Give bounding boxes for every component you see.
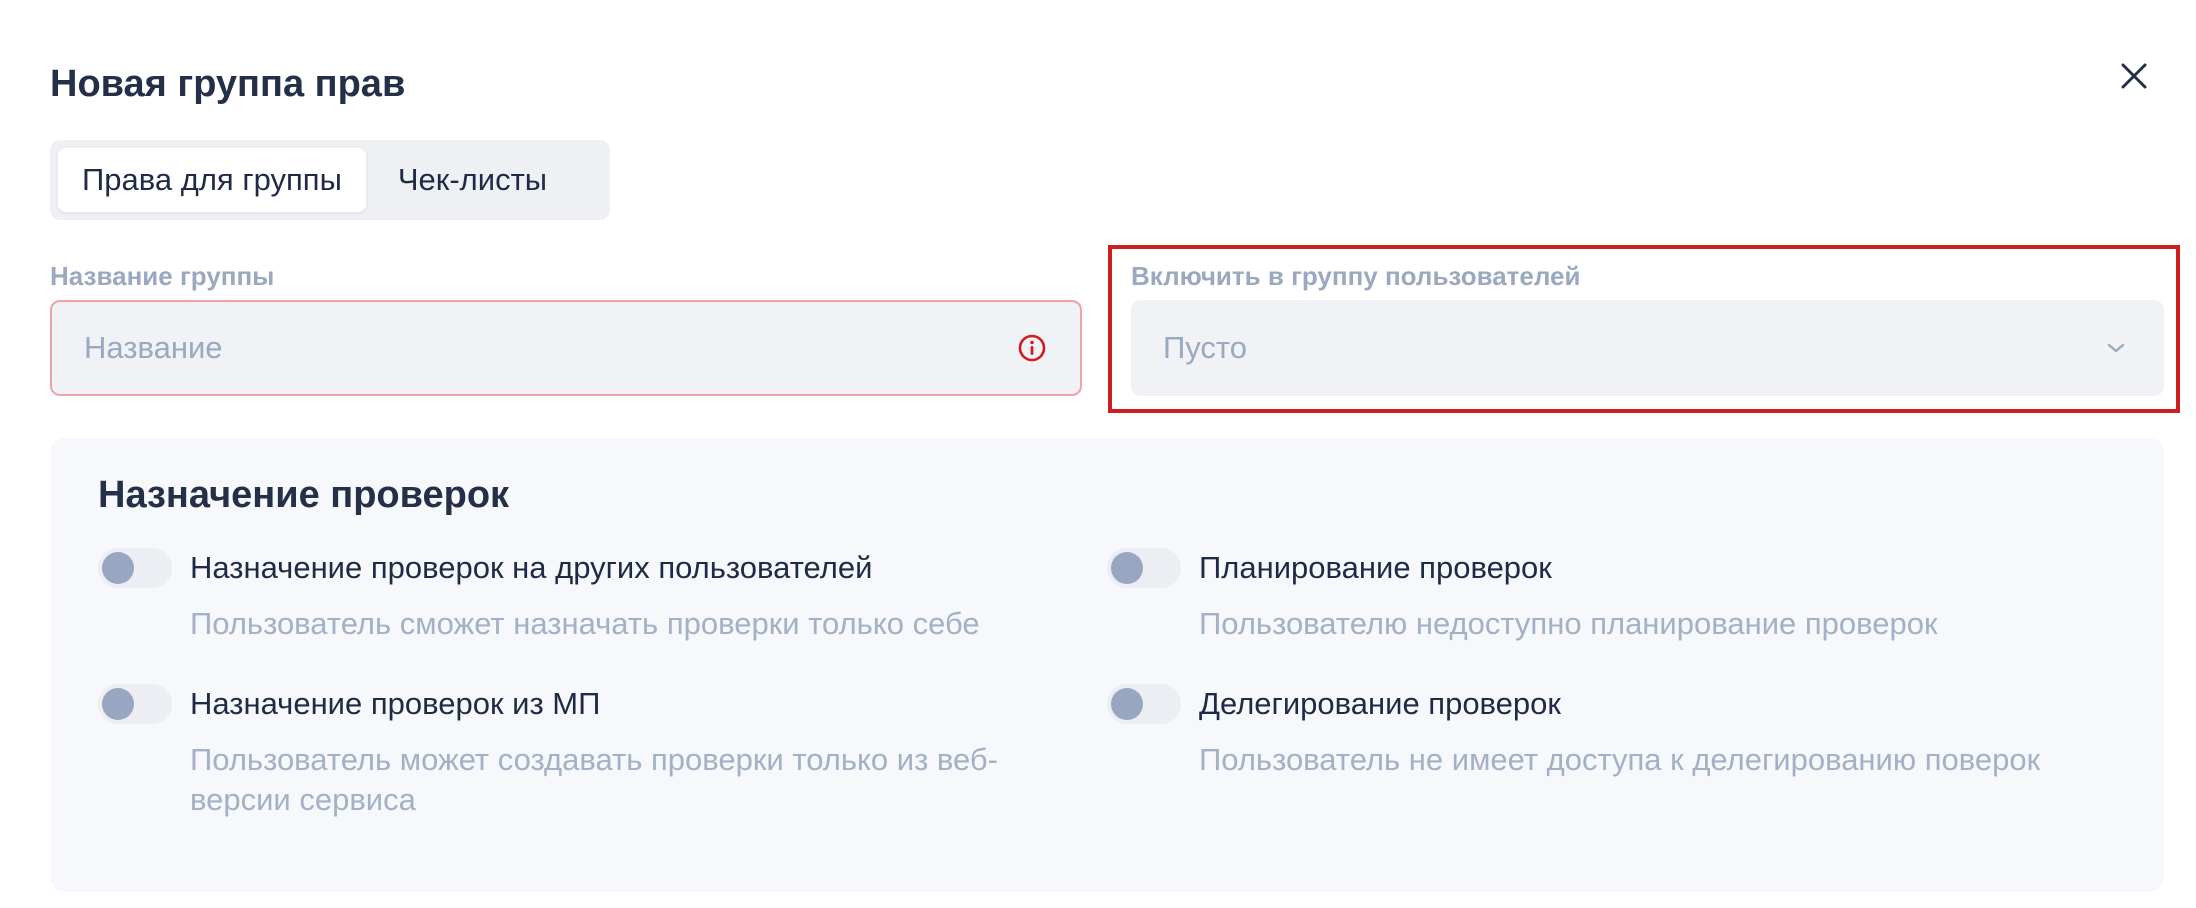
group-name-label: Название группы xyxy=(50,261,275,291)
option-title: Назначение проверок на других пользовате… xyxy=(190,550,873,585)
close-icon xyxy=(2121,63,2147,89)
group-name-placeholder: Название xyxy=(84,330,223,365)
error-info-icon xyxy=(1016,332,1048,364)
option-title: Планирование проверок xyxy=(1199,550,1552,585)
option-delegation: Делегирование проверок Пользователь не и… xyxy=(1107,682,2067,780)
option-description: Пользователю недоступно планирование про… xyxy=(1199,606,1938,641)
group-name-input[interactable]: Название xyxy=(50,300,1082,396)
option-description: Пользователь не имеет доступа к делегиро… xyxy=(1199,742,2041,777)
tab-checklists[interactable]: Чек-листы xyxy=(374,148,571,212)
toggle-knob xyxy=(102,688,134,720)
option-description: Пользователь сможет назначать проверки т… xyxy=(190,606,980,641)
toggle-knob xyxy=(1111,688,1143,720)
option-description: Пользователь может создавать проверки то… xyxy=(190,742,998,817)
include-users-select[interactable]: Пусто xyxy=(1131,300,2164,396)
assignments-panel: Назначение проверок Назначение проверок … xyxy=(50,438,2164,892)
tab-group-rights[interactable]: Права для группы xyxy=(58,148,366,212)
toggle-knob xyxy=(1111,552,1143,584)
tab-bar: Права для группы Чек-листы xyxy=(50,140,610,220)
close-button[interactable] xyxy=(2114,56,2154,96)
toggle-planning[interactable] xyxy=(1107,548,1181,588)
option-title: Назначение проверок из МП xyxy=(190,686,601,721)
option-title: Делегирование проверок xyxy=(1199,686,1561,721)
chevron-down-icon xyxy=(2100,332,2132,364)
new-rights-group-dialog: Новая группа прав Права для группы Чек-л… xyxy=(0,0,2196,908)
toggle-knob xyxy=(102,552,134,584)
option-planning: Планирование проверок Пользователю недос… xyxy=(1107,546,2067,644)
dialog-title: Новая группа прав xyxy=(50,63,406,105)
include-users-label: Включить в группу пользователей xyxy=(1131,261,1581,291)
option-assign-mobile: Назначение проверок из МП Пользователь м… xyxy=(98,682,1058,820)
toggle-assign-mobile[interactable] xyxy=(98,684,172,724)
toggle-delegation[interactable] xyxy=(1107,684,1181,724)
toggle-assign-others[interactable] xyxy=(98,548,172,588)
option-assign-others: Назначение проверок на других пользовате… xyxy=(98,546,1058,644)
assignments-title: Назначение проверок xyxy=(98,474,510,516)
include-users-value: Пусто xyxy=(1163,330,1248,365)
